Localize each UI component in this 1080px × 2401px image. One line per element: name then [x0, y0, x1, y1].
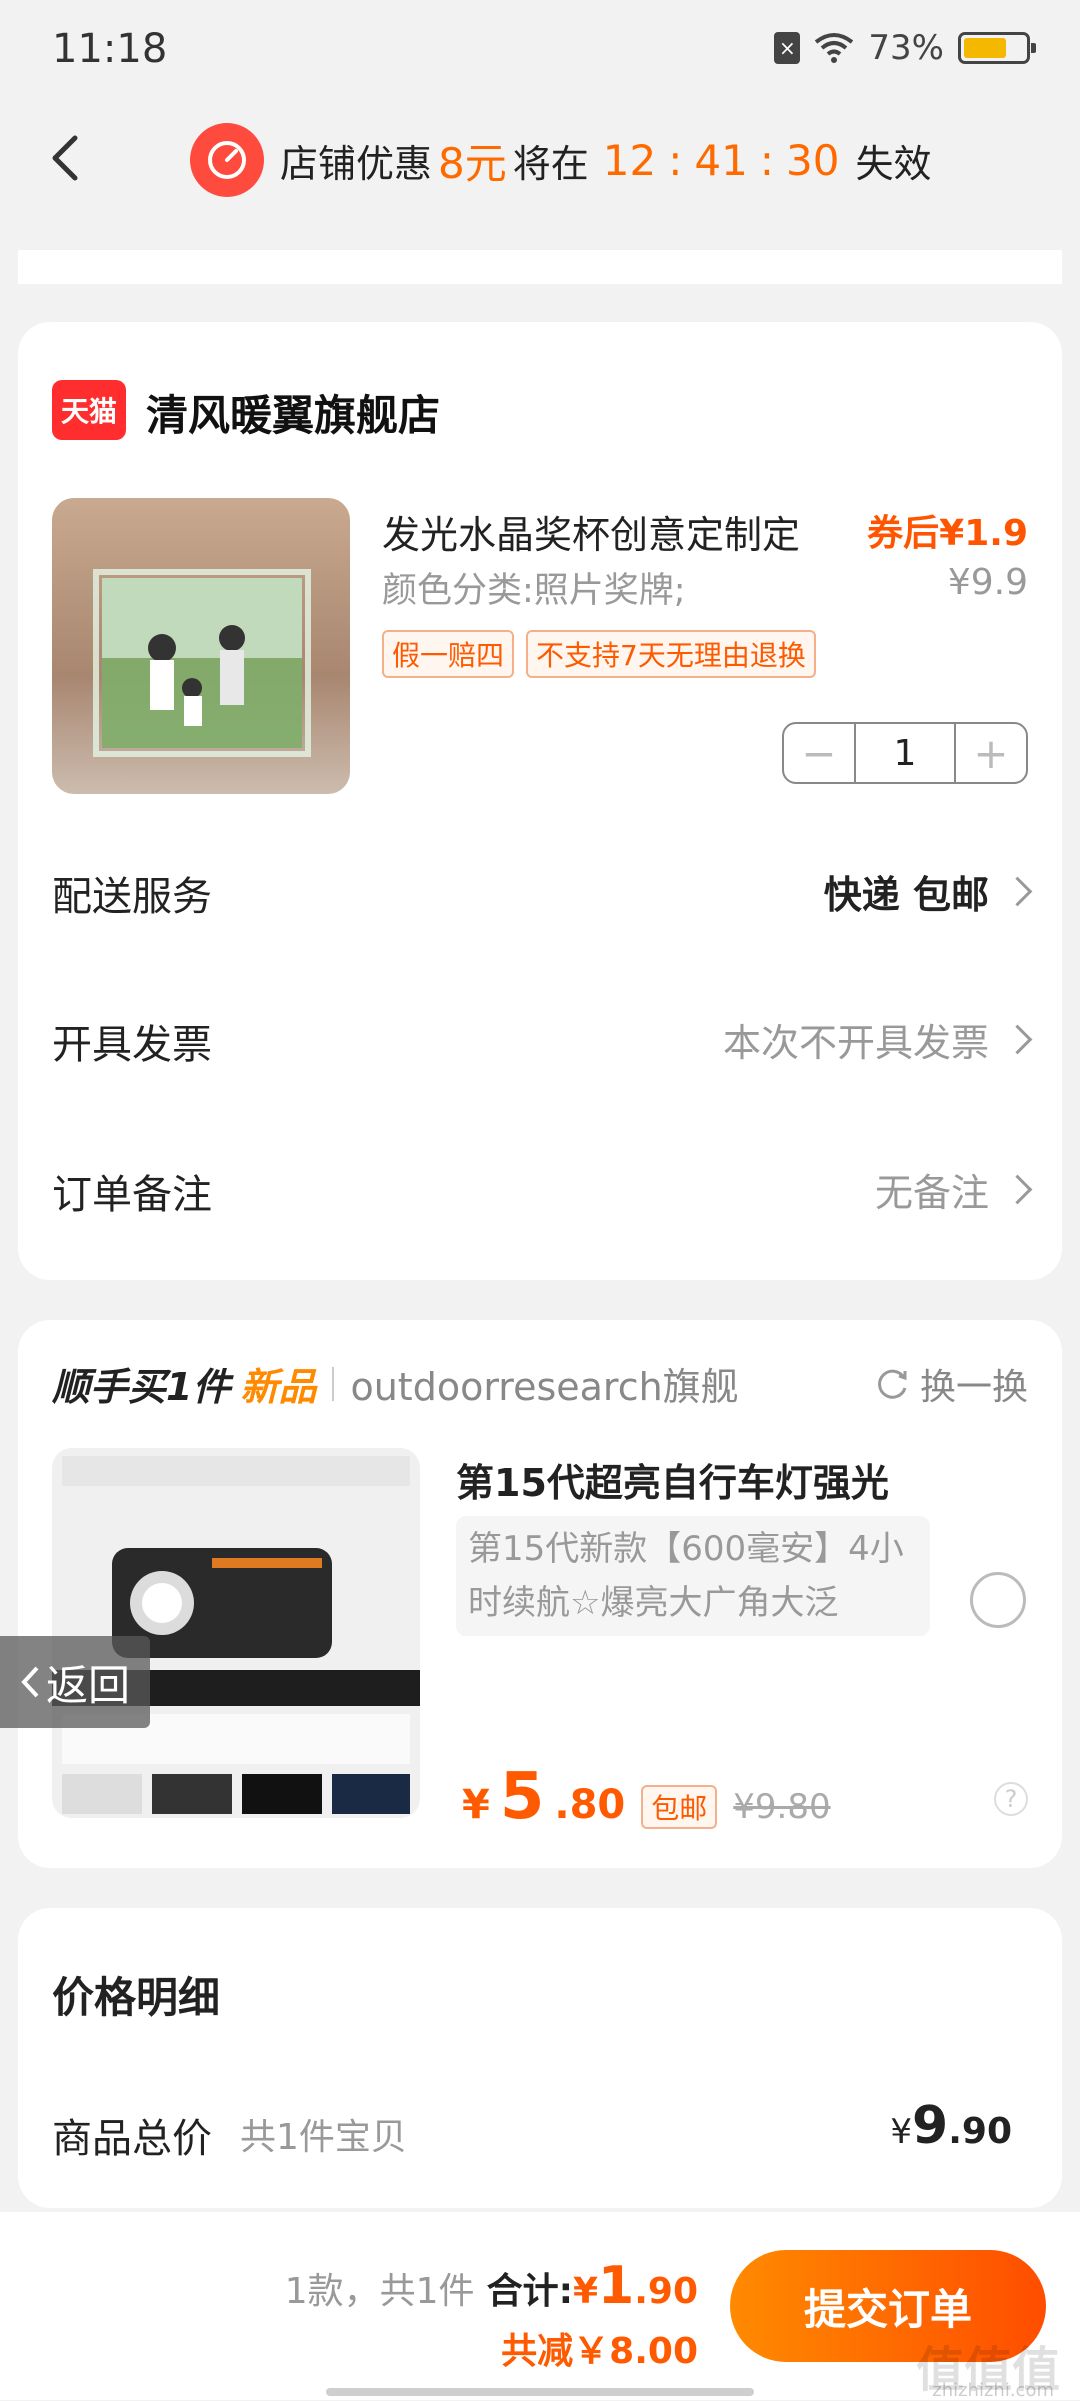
chevron-left-icon: [52, 135, 78, 181]
increase-button[interactable]: +: [956, 724, 1026, 782]
total-dec: .90: [948, 2111, 1012, 2152]
refresh-icon: [878, 1369, 907, 1399]
total-label: 合计:: [486, 2271, 573, 2312]
store-order-card: 天猫 清风暖翼旗舰店 发光水晶奖杯创意定制定 券后¥1.9 颜色分类:照片奖牌;…: [18, 322, 1062, 1280]
chevron-right-icon: [1002, 1174, 1033, 1205]
countdown-hours: 12: [602, 135, 657, 185]
original-price: ¥9.9: [947, 562, 1028, 603]
total-symbol: ¥: [572, 2271, 599, 2312]
product-title[interactable]: 发光水晶奖杯创意定制定: [382, 504, 800, 559]
home-indicator[interactable]: [326, 2388, 754, 2396]
sim-off-icon: ×: [774, 32, 801, 64]
recommend-desc: 第15代新款【600毫安】4小时续航☆爆亮大广角大泛: [456, 1516, 930, 1636]
promo-prefix: 店铺优惠: [280, 141, 433, 186]
invoice-value-row[interactable]: 本次不开具发票: [722, 1012, 1033, 1067]
goods-total-label: 商品总价: [52, 2116, 212, 2162]
tmall-badge: 天猫: [52, 380, 126, 440]
status-icons: × 73%: [774, 28, 1036, 68]
battery-icon: [958, 32, 1036, 64]
invoice-value: 本次不开具发票: [722, 1021, 989, 1065]
old-price: ¥9.80: [733, 1787, 831, 1827]
goods-total-value: ¥ 9 .90: [890, 2096, 1012, 2156]
product-tags: 假一赔四 不支持7天无理由退换: [382, 630, 816, 678]
countdown-seconds: 30: [785, 135, 840, 185]
total-int: 1: [598, 2256, 635, 2316]
select-radio[interactable]: [970, 1572, 1026, 1628]
goods-count: 共1件宝贝: [240, 2117, 407, 2158]
product-image[interactable]: [52, 498, 350, 794]
store-promo-banner: 店铺优惠 8元 将在 12 : 41 : 30 失效: [190, 110, 931, 210]
recommend-price: ¥5.80 包邮 ¥9.80: [462, 1760, 831, 1834]
discount-total: 共减￥8.00: [501, 2331, 698, 2372]
countdown-minutes: 41: [694, 135, 748, 185]
timer-icon: [190, 123, 264, 197]
status-time: 11:18: [52, 26, 168, 72]
recommend-title[interactable]: 第15代超亮自行车灯强光: [456, 1452, 889, 1507]
recommend-header: 顺手买1件 新品 outdoorresearch旗舰: [52, 1356, 739, 1411]
tag-no-return: 不支持7天无理由退换: [526, 630, 816, 678]
promo-suffix: 失效: [855, 141, 932, 186]
price-detail-card: 价格明细 商品总价 共1件宝贝 ¥ 9 .90: [18, 1908, 1062, 2208]
checkout-summary: 1款，共1件 合计: ¥ 1 .90: [285, 2256, 698, 2316]
recommend-heading: 顺手买1件: [52, 1365, 231, 1409]
price-dec: .80: [554, 1782, 626, 1828]
product-variant[interactable]: 颜色分类:照片奖牌;: [382, 562, 686, 613]
recommend-product-image[interactable]: [52, 1448, 420, 1818]
promo-middle: 将在: [512, 141, 589, 186]
recommend-shop: outdoorresearch旗舰: [350, 1365, 739, 1409]
back-button[interactable]: [34, 118, 94, 198]
note-label: 订单备注: [52, 1172, 212, 1218]
note-value: 无备注: [874, 1171, 989, 1215]
store-name[interactable]: 清风暖翼旗舰店: [146, 382, 440, 443]
total-symbol: ¥: [890, 2112, 913, 2152]
free-shipping-badge: 包邮: [641, 1785, 718, 1829]
quantity-stepper: − 1 +: [782, 722, 1028, 784]
address-card-edge: [18, 250, 1062, 284]
top-bar: 店铺优惠 8元 将在 12 : 41 : 30 失效: [0, 100, 1080, 220]
total-int: 9: [912, 2096, 949, 2156]
chevron-right-icon: [1002, 876, 1033, 907]
wifi-icon: [815, 33, 854, 63]
add-on-recommend-card: 顺手买1件 新品 outdoorresearch旗舰 换一换 第15代超亮自行车…: [18, 1320, 1062, 1868]
refresh-button[interactable]: 换一换: [872, 1358, 1028, 1410]
item-count: 1款，共1件: [284, 2271, 475, 2312]
new-label: 新品: [240, 1365, 317, 1409]
decrease-button[interactable]: −: [784, 724, 854, 782]
help-icon[interactable]: ?: [994, 1782, 1028, 1816]
note-value-row[interactable]: 无备注: [874, 1162, 1033, 1217]
coupon-price: 券后¥1.9: [867, 513, 1028, 554]
quantity-value[interactable]: 1: [854, 724, 956, 782]
battery-level-fill: [964, 38, 1007, 58]
chevron-left-icon: [21, 1666, 39, 1698]
delivery-value: 快递 包邮: [823, 873, 989, 917]
watermark-url: zhizhizhi.com: [932, 2380, 1054, 2401]
invoice-label: 开具发票: [52, 1022, 212, 1068]
refresh-label: 换一换: [919, 1367, 1028, 1408]
chevron-right-icon: [1002, 1024, 1033, 1055]
delivery-value-row[interactable]: 快递 包邮: [823, 864, 1033, 919]
price-int: 5: [499, 1760, 545, 1834]
status-bar: 11:18 × 73%: [0, 0, 1080, 100]
battery-percent: 73%: [868, 28, 944, 68]
floating-back-button[interactable]: 返回: [0, 1636, 150, 1728]
total-dec: .90: [634, 2271, 698, 2312]
promo-amount: 8元: [438, 138, 507, 188]
floating-back-label: 返回: [45, 1660, 130, 1710]
price-detail-title: 价格明细: [52, 1973, 221, 2022]
price-symbol: ¥: [462, 1782, 490, 1828]
delivery-label: 配送服务: [52, 874, 212, 920]
tag-fake-guarantee: 假一赔四: [382, 630, 515, 678]
